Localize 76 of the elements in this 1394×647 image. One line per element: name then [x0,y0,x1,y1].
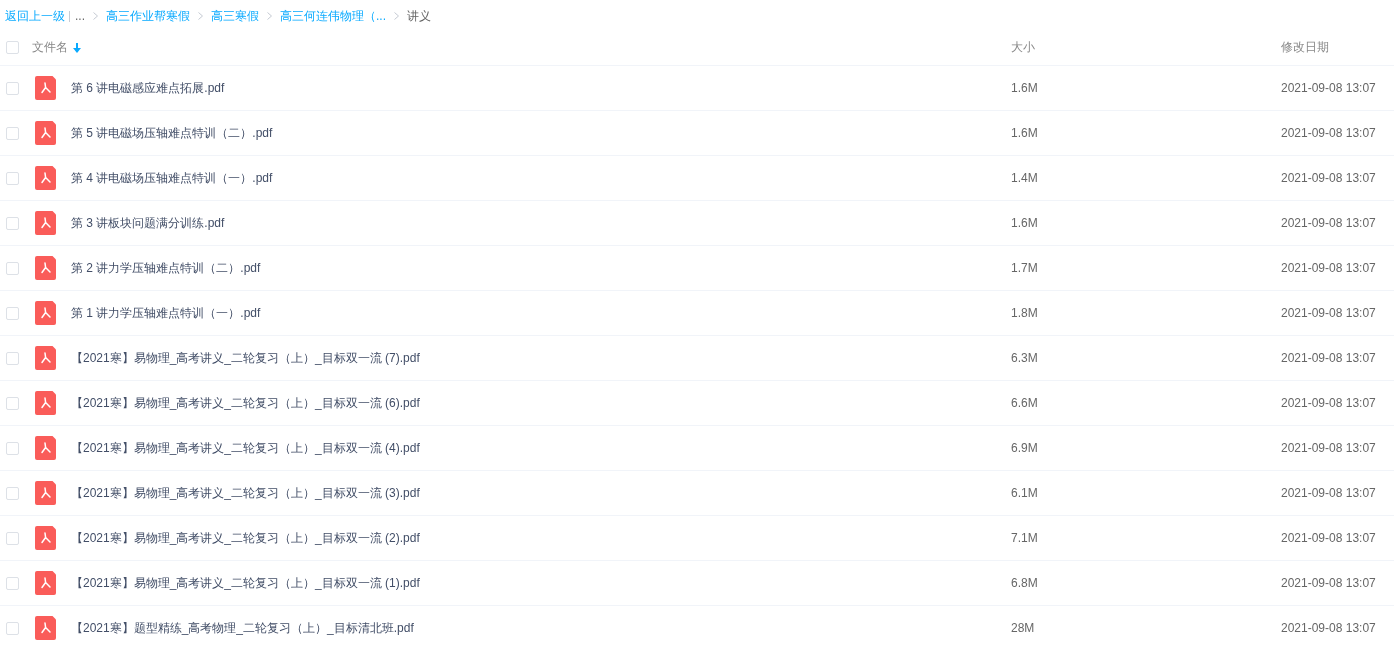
modified-date: 2021-09-08 13:07 [1281,576,1377,590]
file-size: 28M [1011,621,1036,635]
pdf-file-icon [35,166,56,190]
file-size: 6.1M [1011,486,1039,500]
file-size: 1.6M [1011,81,1039,95]
chevron-right-icon [267,12,272,20]
file-name[interactable]: 第 5 讲电磁场压轴难点特训（二）.pdf [71,124,273,142]
file-size: 1.7M [1011,261,1039,275]
pdf-file-icon [35,211,56,235]
modified-date: 2021-09-08 13:07 [1281,621,1377,635]
file-size: 6.9M [1011,441,1039,455]
file-size: 1.6M [1011,126,1039,140]
checkbox[interactable] [6,171,19,185]
file-size: 1.4M [1011,171,1039,185]
breadcrumb-current: 讲义 [407,7,432,25]
file-name[interactable]: 第 1 讲力学压轴难点特训（一）.pdf [71,304,261,322]
file-name[interactable]: 【2021寒】易物理_高考讲义_二轮复习（上）_目标双一流 (6).pdf [71,394,420,412]
file-name[interactable]: 【2021寒】题型精练_高考物理_二轮复习（上）_目标清北班.pdf [71,619,414,637]
column-header[interactable]: 大小 [1011,39,1035,56]
arrow-down-icon[interactable] [73,42,81,53]
checkbox[interactable] [6,621,19,635]
file-name[interactable]: 第 2 讲力学压轴难点特训（二）.pdf [71,259,261,277]
chevron-right-icon [198,12,203,20]
modified-date: 2021-09-08 13:07 [1281,126,1377,140]
breadcrumb-ellipsis[interactable]: ... [75,9,85,23]
pdf-file-icon [35,76,56,100]
modified-date: 2021-09-08 13:07 [1281,441,1377,455]
modified-date: 2021-09-08 13:07 [1281,81,1377,95]
checkbox[interactable] [6,396,19,410]
column-header[interactable]: 修改日期 [1281,39,1329,56]
pdf-file-icon [35,436,56,460]
modified-date: 2021-09-08 13:07 [1281,531,1377,545]
file-name[interactable]: 【2021寒】易物理_高考讲义_二轮复习（上）_目标双一流 (4).pdf [71,439,420,457]
checkbox[interactable] [6,261,19,275]
checkbox[interactable] [6,126,19,140]
file-size: 7.1M [1011,531,1039,545]
chevron-right-icon [394,12,400,20]
file-size: 1.8M [1011,306,1039,320]
pdf-file-icon [35,526,56,550]
pdf-file-icon [35,571,56,595]
pdf-file-icon [35,121,56,145]
file-name[interactable]: 第 6 讲电磁感应难点拓展.pdf [71,79,225,97]
checkbox[interactable] [6,531,19,545]
checkbox[interactable] [6,306,19,320]
modified-date: 2021-09-08 13:07 [1281,261,1377,275]
column-header[interactable]: 文件名 [32,39,68,56]
checkbox[interactable] [6,216,19,230]
file-name[interactable]: 【2021寒】易物理_高考讲义_二轮复习（上）_目标双一流 (1).pdf [71,574,420,592]
modified-date: 2021-09-08 13:07 [1281,306,1377,320]
modified-date: 2021-09-08 13:07 [1281,396,1377,410]
file-name[interactable]: 第 4 讲电磁场压轴难点特训（一）.pdf [71,169,273,187]
checkbox[interactable] [6,576,19,590]
checkbox[interactable] [6,41,19,54]
file-size: 6.3M [1011,351,1039,365]
file-name[interactable]: 【2021寒】易物理_高考讲义_二轮复习（上）_目标双一流 (3).pdf [71,484,420,502]
file-name[interactable]: 第 3 讲板块问题满分训练.pdf [71,214,225,232]
file-size: 1.6M [1011,216,1039,230]
pdf-file-icon [35,301,56,325]
modified-date: 2021-09-08 13:07 [1281,171,1377,185]
modified-date: 2021-09-08 13:07 [1281,486,1377,500]
checkbox[interactable] [6,81,19,95]
pdf-file-icon [35,616,56,640]
pdf-file-icon [35,481,56,505]
file-size: 6.6M [1011,396,1039,410]
pdf-file-icon [35,391,56,415]
pdf-file-icon [35,346,56,370]
modified-date: 2021-09-08 13:07 [1281,351,1377,365]
file-name[interactable]: 【2021寒】易物理_高考讲义_二轮复习（上）_目标双一流 (2).pdf [71,529,420,547]
file-size: 6.8M [1011,576,1039,590]
checkbox[interactable] [6,441,19,455]
modified-date: 2021-09-08 13:07 [1281,216,1377,230]
checkbox[interactable] [6,351,19,365]
file-name[interactable]: 【2021寒】易物理_高考讲义_二轮复习（上）_目标双一流 (7).pdf [71,349,420,367]
chevron-right-icon [93,12,98,20]
checkbox[interactable] [6,486,19,500]
pdf-file-icon [35,256,56,280]
